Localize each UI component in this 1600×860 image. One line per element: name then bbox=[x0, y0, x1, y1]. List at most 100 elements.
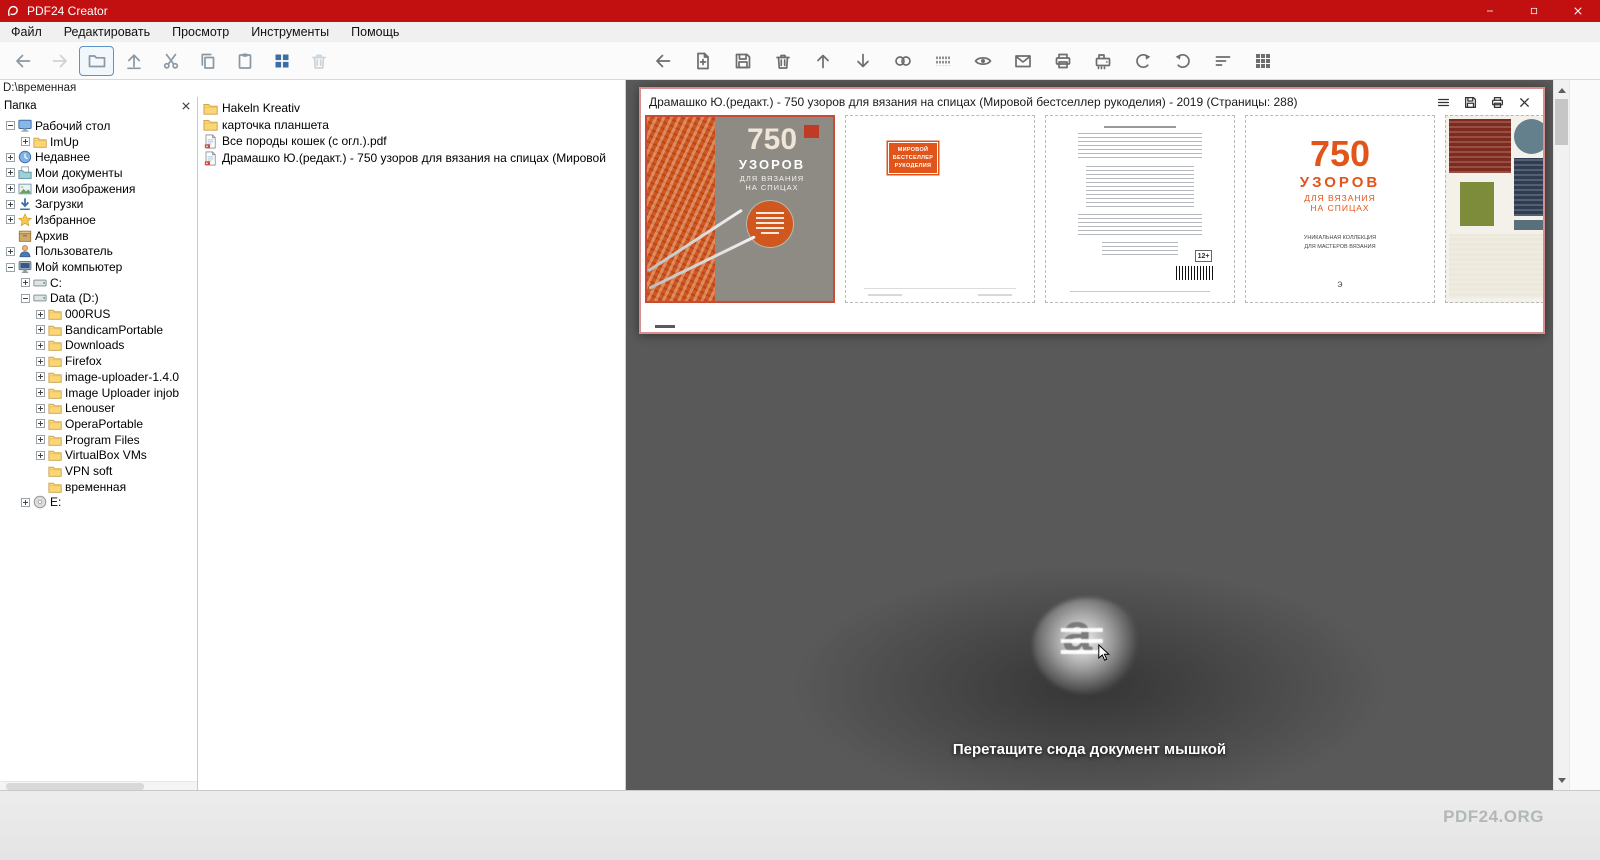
list-item[interactable]: Все породы кошек (с огл.).pdf bbox=[203, 133, 625, 150]
tree-item[interactable]: временная bbox=[2, 479, 197, 495]
tree-item[interactable]: C: bbox=[2, 275, 197, 291]
expand-toggle-icon[interactable] bbox=[36, 419, 45, 429]
drop-zone[interactable]: a Перетащите сюда документ мышкой bbox=[626, 550, 1553, 790]
tree-item[interactable]: Program Files bbox=[2, 432, 197, 448]
expand-toggle-icon[interactable] bbox=[6, 246, 15, 256]
close-panel-icon[interactable] bbox=[179, 99, 193, 113]
collapse-toggle-icon[interactable] bbox=[21, 293, 30, 303]
titlebar[interactable]: PDF24 Creator bbox=[0, 0, 1600, 22]
combine-button[interactable] bbox=[884, 46, 922, 76]
tree-item[interactable]: Загрузки bbox=[2, 196, 197, 212]
collapse-toggle-icon[interactable] bbox=[6, 121, 15, 131]
tree-item[interactable]: Рабочий стол bbox=[2, 118, 197, 134]
back-button[interactable] bbox=[644, 46, 682, 76]
expand-toggle-icon[interactable] bbox=[36, 388, 45, 398]
undo-button[interactable] bbox=[1124, 46, 1162, 76]
cut-button[interactable] bbox=[153, 46, 188, 76]
menu-help[interactable]: Помощь bbox=[340, 23, 410, 41]
tree-item[interactable]: Мой компьютер bbox=[2, 259, 197, 275]
copy-button[interactable] bbox=[190, 46, 225, 76]
delete-button[interactable] bbox=[301, 46, 336, 76]
expand-toggle-icon[interactable] bbox=[36, 356, 45, 366]
grid-view-button[interactable] bbox=[1244, 46, 1282, 76]
expand-toggle-icon[interactable] bbox=[36, 340, 45, 350]
expand-toggle-icon[interactable] bbox=[36, 372, 45, 382]
nav-back-button[interactable] bbox=[5, 46, 40, 76]
tree-item[interactable]: 000RUS bbox=[2, 306, 197, 322]
tree-item[interactable]: Image Uploader injob bbox=[2, 385, 197, 401]
expand-toggle-icon[interactable] bbox=[21, 497, 30, 507]
email-button[interactable] bbox=[1004, 46, 1042, 76]
tree-item[interactable]: VPN soft bbox=[2, 463, 197, 479]
expand-toggle-icon[interactable] bbox=[36, 403, 45, 413]
save-button[interactable] bbox=[724, 46, 762, 76]
expand-toggle-icon[interactable] bbox=[6, 215, 15, 225]
preview-scrollbar-thumb[interactable] bbox=[655, 325, 675, 328]
paste-button[interactable] bbox=[227, 46, 262, 76]
page-thumbnail[interactable]: 750 УЗОРОВ ДЛЯ ВЯЗАНИЯ НА СПИЦАХ bbox=[645, 115, 835, 303]
sort-button[interactable] bbox=[1204, 46, 1242, 76]
collapse-toggle-icon[interactable] bbox=[6, 262, 15, 272]
close-button[interactable] bbox=[1556, 0, 1600, 22]
page-thumbnail[interactable]: 750 УЗОРОВ ДЛЯ ВЯЗАНИЯ НА СПИЦАХ УНИКАЛЬНАЯ … bbox=[1245, 115, 1435, 303]
preview-menu-button[interactable] bbox=[1432, 92, 1454, 112]
preview-print-button[interactable] bbox=[1486, 92, 1508, 112]
menu-view[interactable]: Просмотр bbox=[161, 23, 240, 41]
tree-item[interactable]: Недавнее bbox=[2, 149, 197, 165]
nav-forward-button[interactable] bbox=[42, 46, 77, 76]
page-thumbnail[interactable]: 12+ bbox=[1045, 115, 1235, 303]
tree-item[interactable]: Мои документы bbox=[2, 165, 197, 181]
tree-item[interactable]: Downloads bbox=[2, 338, 197, 354]
menu-file[interactable]: Файл bbox=[0, 23, 53, 41]
expand-toggle-icon[interactable] bbox=[36, 450, 45, 460]
expand-toggle-icon[interactable] bbox=[21, 278, 30, 288]
fax-button[interactable] bbox=[1084, 46, 1122, 76]
open-parent-button[interactable] bbox=[116, 46, 151, 76]
vertical-scrollbar[interactable] bbox=[1553, 80, 1569, 790]
tree-horizontal-scrollbar[interactable] bbox=[0, 781, 197, 790]
expand-toggle-icon[interactable] bbox=[6, 152, 15, 162]
tree-item[interactable]: BandicamPortable bbox=[2, 322, 197, 338]
expand-toggle-icon[interactable] bbox=[36, 325, 45, 335]
tree-item[interactable]: Мои изображения bbox=[2, 181, 197, 197]
page-thumbnail[interactable]: МИРОВОЙ БЕСТСЕЛЛЕР РУКОДЕЛИЯ bbox=[845, 115, 1035, 303]
expand-toggle-icon[interactable] bbox=[6, 168, 15, 178]
split-button[interactable] bbox=[924, 46, 962, 76]
tree-scrollbar-thumb[interactable] bbox=[6, 783, 144, 790]
preview-save-button[interactable] bbox=[1459, 92, 1481, 112]
minimize-button[interactable] bbox=[1468, 0, 1512, 22]
tree-item[interactable]: Firefox bbox=[2, 353, 197, 369]
add-document-button[interactable] bbox=[684, 46, 722, 76]
tree-item[interactable]: Архив bbox=[2, 228, 197, 244]
list-item[interactable]: карточка планшета bbox=[203, 117, 625, 134]
redo-button[interactable] bbox=[1164, 46, 1202, 76]
tile-view-button[interactable] bbox=[264, 46, 299, 76]
list-item[interactable]: Драмашко Ю.(редакт.) - 750 узоров для вя… bbox=[203, 150, 625, 167]
preview-button[interactable] bbox=[964, 46, 1002, 76]
tree-item[interactable]: VirtualBox VMs bbox=[2, 447, 197, 463]
scroll-down-icon[interactable] bbox=[1554, 772, 1569, 788]
menu-tools[interactable]: Инструменты bbox=[240, 23, 340, 41]
move-down-button[interactable] bbox=[844, 46, 882, 76]
expand-toggle-icon[interactable] bbox=[6, 199, 15, 209]
folder-browser-button[interactable] bbox=[79, 45, 114, 76]
document-workspace[interactable]: Драмашко Ю.(редакт.) - 750 узоров для вя… bbox=[626, 80, 1553, 790]
delete-page-button[interactable] bbox=[764, 46, 802, 76]
tree-item[interactable]: E: bbox=[2, 495, 197, 511]
tree-item[interactable]: OperaPortable bbox=[2, 416, 197, 432]
tree-item[interactable]: Data (D:) bbox=[2, 291, 197, 307]
page-thumbnail[interactable] bbox=[1445, 115, 1543, 303]
print-button[interactable] bbox=[1044, 46, 1082, 76]
move-up-button[interactable] bbox=[804, 46, 842, 76]
expand-toggle-icon[interactable] bbox=[6, 184, 15, 194]
expand-toggle-icon[interactable] bbox=[36, 435, 45, 445]
list-item[interactable]: Hakeln Kreativ bbox=[203, 100, 625, 117]
tree-item[interactable]: Пользователь bbox=[2, 244, 197, 260]
tree-item[interactable]: Lenouser bbox=[2, 400, 197, 416]
expand-toggle-icon[interactable] bbox=[36, 309, 45, 319]
preview-close-button[interactable] bbox=[1513, 92, 1535, 112]
maximize-button[interactable] bbox=[1512, 0, 1556, 22]
scrollbar-thumb[interactable] bbox=[1555, 99, 1568, 145]
expand-toggle-icon[interactable] bbox=[21, 137, 30, 147]
menu-edit[interactable]: Редактировать bbox=[53, 23, 161, 41]
